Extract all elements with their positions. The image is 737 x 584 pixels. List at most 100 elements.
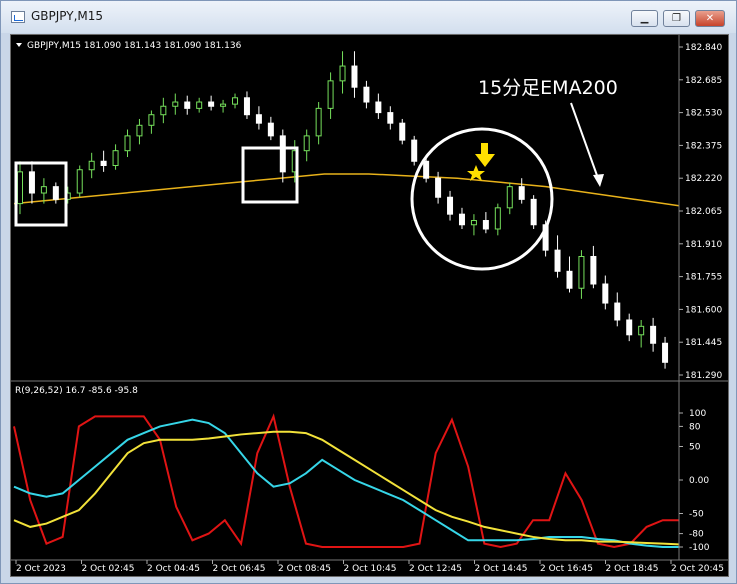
annotation-label: 15分足EMA200: [478, 77, 618, 99]
price-tick-label: 181.445: [685, 338, 722, 348]
time-tick-label: 2 Oct 12:45: [409, 564, 462, 574]
candle-body: [52, 186, 59, 200]
candle-body: [650, 325, 657, 344]
time-tick-label: 2 Oct 14:45: [475, 564, 528, 574]
candle-body: [482, 220, 489, 230]
candle-body: [17, 171, 23, 205]
price-tick-label: 182.685: [685, 76, 722, 86]
candle-body: [411, 139, 418, 162]
price-tick-label: 182.840: [685, 43, 722, 53]
candle-body: [196, 101, 203, 109]
candle-body: [662, 342, 669, 363]
chart-app-icon: [11, 11, 25, 23]
window-title: GBPJPY,M15: [31, 9, 104, 23]
candle-body: [530, 198, 537, 226]
annotation-pointer-line: [570, 102, 600, 182]
candle-body: [554, 249, 561, 272]
candle-body: [602, 283, 609, 304]
oscillator-series-line: [13, 430, 680, 546]
candle-body: [327, 80, 334, 109]
candle-body: [518, 186, 525, 200]
candle-body: [100, 160, 107, 167]
osc-tick-label: 0.00: [689, 476, 709, 486]
down-arrow-icon: [475, 143, 495, 167]
candle-body: [375, 101, 382, 114]
candle-body: [494, 207, 501, 230]
time-tick-label: 2 Oct 2023: [16, 564, 66, 574]
price-tick-label: 182.375: [685, 141, 722, 151]
candle-body: [506, 186, 513, 209]
price-tick-label: 181.755: [685, 273, 722, 283]
candle-body: [220, 103, 227, 107]
price-tick-label: 181.290: [685, 371, 722, 381]
price-tick-label: 182.530: [685, 109, 722, 119]
oscillator-layer: [13, 413, 680, 549]
candle-body: [399, 122, 406, 141]
price-tick-label: 181.910: [685, 240, 722, 250]
candle-body: [243, 97, 250, 116]
osc-tick-label: 80: [689, 422, 701, 432]
osc-tick-label: -100: [689, 543, 710, 553]
candle-body: [387, 112, 394, 124]
candle-body: [76, 169, 83, 194]
expand-triangle-icon[interactable]: [16, 43, 22, 47]
time-tick-label: 2 Oct 20:45: [671, 564, 724, 574]
candle-body: [638, 325, 645, 336]
osc-tick-label: -80: [689, 530, 704, 540]
oscillator-info-label: R(9,26,52) 16.7 -85.6 -95.8: [15, 386, 138, 396]
time-tick-label: 2 Oct 02:45: [82, 564, 135, 574]
candle-body: [208, 101, 215, 107]
candle-body: [590, 255, 597, 285]
candle-body: [112, 150, 119, 167]
candle-body: [303, 135, 310, 152]
time-tick-label: 2 Oct 06:45: [213, 564, 266, 574]
oscillator-series-line: [13, 418, 679, 548]
candle-body: [267, 122, 274, 137]
candle-body: [566, 270, 573, 289]
osc-tick-label: 100: [689, 409, 706, 419]
axes-layer: 182.840 182.685 182.530 182.375 182.220 182.0…: [11, 35, 728, 574]
osc-tick-label: -50: [689, 510, 704, 520]
chart-canvas[interactable]: 182.840 182.685 182.530 182.375 182.220 182.0…: [11, 35, 728, 576]
ema200-line: [13, 173, 680, 207]
candle-body: [578, 255, 585, 289]
candle-body: [423, 160, 430, 179]
time-tick-label: 2 Oct 08:45: [278, 564, 331, 574]
candle-body: [614, 302, 621, 321]
time-tick-label: 2 Oct 16:45: [540, 564, 593, 574]
candle-body: [136, 124, 143, 137]
candle-body: [470, 220, 477, 226]
title-bar[interactable]: GBPJPY,M15 ▁ ❐ ✕: [1, 1, 736, 33]
osc-tick-label: 50: [689, 443, 701, 453]
candle-body: [172, 101, 179, 107]
candle-body: [279, 135, 286, 173]
chart-area[interactable]: 182.840 182.685 182.530 182.375 182.220 182.0…: [10, 34, 729, 577]
annotation-pointer-head: [593, 174, 604, 187]
restore-button[interactable]: ❐: [663, 10, 690, 27]
price-tick-label: 181.600: [685, 305, 722, 315]
candle-body: [232, 97, 239, 105]
candle-body: [148, 114, 155, 126]
oscillator-series-line: [13, 413, 679, 549]
candle-body: [351, 65, 358, 88]
candle-body: [435, 177, 442, 198]
minimize-button[interactable]: ▁: [631, 10, 658, 27]
candle-body: [339, 65, 346, 82]
time-tick-label: 2 Oct 10:45: [344, 564, 397, 574]
time-tick-label: 2 Oct 04:45: [147, 564, 200, 574]
candle-body: [88, 160, 95, 171]
candle-body: [160, 105, 167, 116]
candle-body: [124, 135, 131, 152]
ema200-layer: [13, 173, 680, 207]
candle-body: [28, 171, 35, 194]
star-icon: [467, 165, 485, 181]
close-button[interactable]: ✕: [695, 10, 725, 27]
candle-body: [315, 107, 322, 137]
candle-body: [447, 196, 454, 215]
price-tick-label: 182.065: [685, 207, 722, 217]
highlight-box-middle: [241, 146, 299, 204]
candle-body: [255, 114, 262, 124]
price-tick-label: 182.220: [685, 174, 722, 184]
candle-body: [626, 319, 633, 336]
chart-window: GBPJPY,M15 ▁ ❐ ✕ 182.840 182.685 182.530 18…: [0, 0, 737, 584]
